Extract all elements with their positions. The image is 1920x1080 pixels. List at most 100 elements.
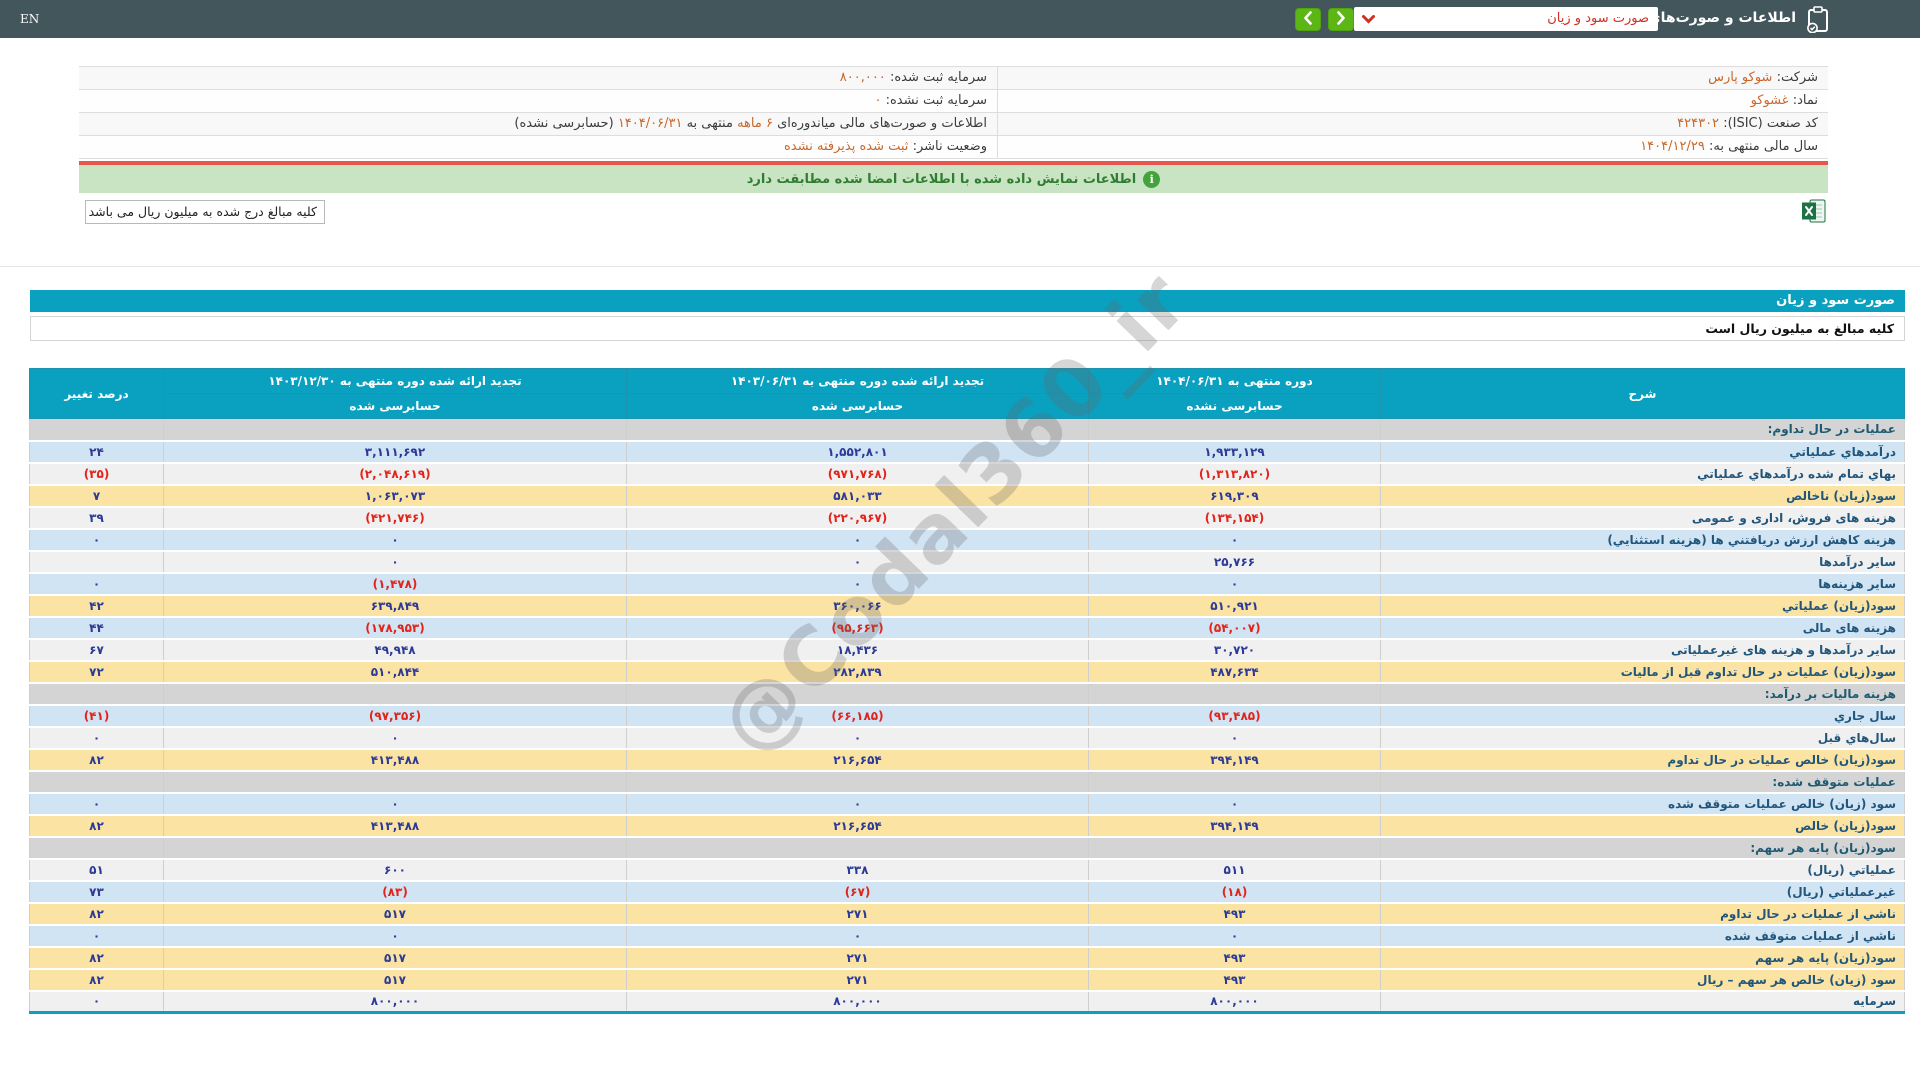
pct-change-value: ۰	[29, 528, 164, 552]
current-period-value: ۴۸۷,۶۳۴	[1088, 660, 1381, 684]
info-row-fiscal-year: سال مالی منتهی به: ۱۴۰۴/۱۲/۲۹ وضعیت ناشر…	[79, 136, 1828, 159]
restated-year-value: ۵۱۰,۸۴۴	[163, 660, 627, 684]
statement-data-row: هزينه هاى مالى (۵۴,۰۰۷) (۹۵,۶۶۳) (۱۷۸,۹۵۳) ۴…	[29, 616, 1905, 640]
excel-export-icon[interactable]	[1802, 199, 1826, 223]
restated-year-value: ۴۱۳,۴۸۸	[163, 814, 627, 838]
pct-change-value: ۵۱	[29, 858, 164, 882]
row-label: سود(زيان) خالص عمليات در حال تداوم	[1380, 748, 1905, 772]
column-subheader-audited-mid: حسابرسی شده	[626, 393, 1089, 419]
current-period-value: (۹۳,۴۸۵)	[1088, 704, 1381, 728]
pct-change-value: ۴۴	[29, 616, 164, 640]
restated-year-value: ۸۰۰,۰۰۰	[163, 990, 627, 1014]
statement-section-row: هزينه ماليات بر درآمد:	[29, 682, 1905, 706]
section-empty-cell	[163, 770, 627, 794]
statement-data-row: سود (زيان) خالص هر سهم – ريال ۴۹۳ ۲۷۱ ۵۱۷ ۸۲	[29, 968, 1905, 992]
pct-change-value: ۷	[29, 484, 164, 508]
current-period-value: ۸۰۰,۰۰۰	[1088, 990, 1381, 1014]
publisher-status-label: وضعیت ناشر:	[912, 139, 987, 154]
statement-data-row: هزينه کاهش ارزش دريافتني ها (هزينه استثن…	[29, 528, 1905, 552]
statement-type-select[interactable]: صورت سود و زیان	[1354, 7, 1658, 31]
restated-mid-value: ۳۳۸	[626, 858, 1089, 882]
restated-year-value: ۵۱۷	[163, 902, 627, 926]
pct-change-value: ۰	[29, 924, 164, 948]
current-period-value: ۵۱۰,۹۲۱	[1088, 594, 1381, 618]
restated-mid-value: ۵۸۱,۰۳۳	[626, 484, 1089, 508]
pct-change-value: ۸۲	[29, 748, 164, 772]
restated-mid-value: ۰	[626, 792, 1089, 816]
statement-section-row: عمليات متوقف شده:	[29, 770, 1905, 794]
column-header-restated-mid: تجدید ارائه شده دوره منتهی به ۱۴۰۳/۰۶/۳۱	[626, 368, 1089, 394]
statement-data-row: عملياتي (ريال) ۵۱۱ ۳۳۸ ۶۰۰ ۵۱	[29, 858, 1905, 882]
section-empty-cell	[1088, 836, 1381, 860]
company-value: شوکو پارس	[1708, 70, 1773, 85]
pct-change-value: ۸۲	[29, 968, 164, 992]
fiscal-year-value: ۱۴۰۴/۱۲/۲۹	[1640, 139, 1705, 154]
section-label: هزينه ماليات بر درآمد:	[1380, 682, 1905, 706]
registered-capital-label: سرمایه ثبت شده:	[889, 70, 987, 85]
current-period-value: (۵۴,۰۰۷)	[1088, 616, 1381, 640]
statement-data-row: سود(زيان) عملياتي ۵۱۰,۹۲۱ ۳۶۰,۰۶۶ ۶۳۹,۸۴۹ ۴۲	[29, 594, 1905, 618]
unregistered-capital-label: سرمایه ثبت نشده:	[885, 93, 987, 108]
statement-data-row: درآمدهاي عملياتي ۱,۹۳۳,۱۲۹ ۱,۵۵۲,۸۰۱ ۳,۱۱۱,…	[29, 440, 1905, 464]
section-empty-cell	[29, 836, 164, 860]
publisher-status-cell: وضعیت ناشر: ثبت شده پذیرفته نشده	[79, 136, 997, 158]
restated-year-value: (۲,۰۴۸,۶۱۹)	[163, 462, 627, 486]
section-divider	[0, 266, 1920, 267]
pct-change-value: ۷۳	[29, 880, 164, 904]
row-label: سود (زيان) خالص عمليات متوقف شده	[1380, 792, 1905, 816]
previous-statement-button[interactable]	[1295, 8, 1321, 31]
restated-year-value: ۵۱۷	[163, 968, 627, 992]
symbol-label: نماد:	[1792, 93, 1818, 108]
row-label: سود(زيان) پايه هر سهم	[1380, 946, 1905, 970]
row-label: سال‌هاي قبل	[1380, 726, 1905, 750]
registered-capital-cell: سرمایه ثبت شده: ۸۰۰,۰۰۰	[79, 67, 997, 89]
signed-info-banner: i اطلاعات نمایش داده شده با اطلاعات امضا…	[79, 165, 1828, 193]
row-label: سود(زيان) خالص	[1380, 814, 1905, 838]
statement-data-row: سود(زيان) پايه هر سهم ۴۹۳ ۲۷۱ ۵۱۷ ۸۲	[29, 946, 1905, 970]
current-period-value: ۰	[1088, 924, 1381, 948]
current-period-value: ۱,۹۳۳,۱۲۹	[1088, 440, 1381, 464]
restated-year-value: (۸۳)	[163, 880, 627, 904]
section-label: سود(زيان) پايه هر سهم:	[1380, 836, 1905, 860]
restated-mid-value: ۰	[626, 550, 1089, 574]
statement-data-row: بهاي تمام شده درآمدهاي عملياتي (۱,۳۱۳,۸۲۰…	[29, 462, 1905, 486]
restated-year-value: ۶۰۰	[163, 858, 627, 882]
restated-mid-value: (۹۷۱,۷۶۸)	[626, 462, 1089, 486]
chevron-left-icon	[1303, 10, 1313, 29]
row-label: سال جاري	[1380, 704, 1905, 728]
isic-value: ۴۲۴۳۰۲	[1677, 116, 1720, 131]
info-row-company: شرکت: شوکو پارس سرمایه ثبت شده: ۸۰۰,۰۰۰	[79, 67, 1828, 90]
symbol-value: غشوکو	[1750, 93, 1789, 108]
english-language-link[interactable]: EN	[20, 12, 39, 26]
current-period-value: ۶۱۹,۳۰۹	[1088, 484, 1381, 508]
statement-unit-note: کلیه مبالغ به میلیون ریال است	[30, 316, 1905, 341]
row-label: ساير هزينه‌ها	[1380, 572, 1905, 596]
restated-mid-value: ۰	[626, 924, 1089, 948]
pct-change-value: ۰	[29, 726, 164, 750]
statement-section-row: عملیات در حال تداوم:	[29, 418, 1905, 442]
restated-mid-value: (۲۲۰,۹۶۷)	[626, 506, 1089, 530]
info-icon: i	[1143, 170, 1161, 188]
statement-data-row: ساير هزينه‌ها ۰ ۰ (۱,۴۷۸) ۰	[29, 572, 1905, 596]
registered-capital-value: ۸۰۰,۰۰۰	[839, 70, 886, 85]
next-statement-button[interactable]	[1328, 8, 1354, 31]
current-period-value: (۱۸)	[1088, 880, 1381, 904]
publisher-status-value: ثبت شده پذیرفته نشده	[784, 139, 909, 154]
section-empty-cell	[1088, 418, 1381, 442]
restated-year-value: ۳,۱۱۱,۶۹۲	[163, 440, 627, 464]
section-empty-cell	[626, 836, 1089, 860]
restated-mid-value: (۹۵,۶۶۳)	[626, 616, 1089, 640]
statement-title-bar: صورت سود و زیان	[30, 290, 1905, 312]
restated-year-value: ۰	[163, 528, 627, 552]
fiscal-year-label: سال مالی منتهی به:	[1708, 139, 1818, 154]
statement-table: شرح دوره منتهی به ۱۴۰۴/۰۶/۳۱ تجدید ارائه…	[29, 368, 1905, 1014]
pct-change-value: ۰	[29, 990, 164, 1014]
row-label: بهاي تمام شده درآمدهاي عملياتي	[1380, 462, 1905, 486]
symbol-cell: نماد: غشوکو	[997, 90, 1828, 112]
statement-data-row: ناشي از عمليات متوقف شده ۰ ۰ ۰ ۰	[29, 924, 1905, 948]
fiscal-year-cell: سال مالی منتهی به: ۱۴۰۴/۱۲/۲۹	[997, 136, 1828, 158]
pct-change-value: ۶۷	[29, 638, 164, 662]
chevron-right-icon	[1336, 10, 1346, 29]
current-period-value: ۵۱۱	[1088, 858, 1381, 882]
row-label: سرمايه	[1380, 990, 1905, 1014]
